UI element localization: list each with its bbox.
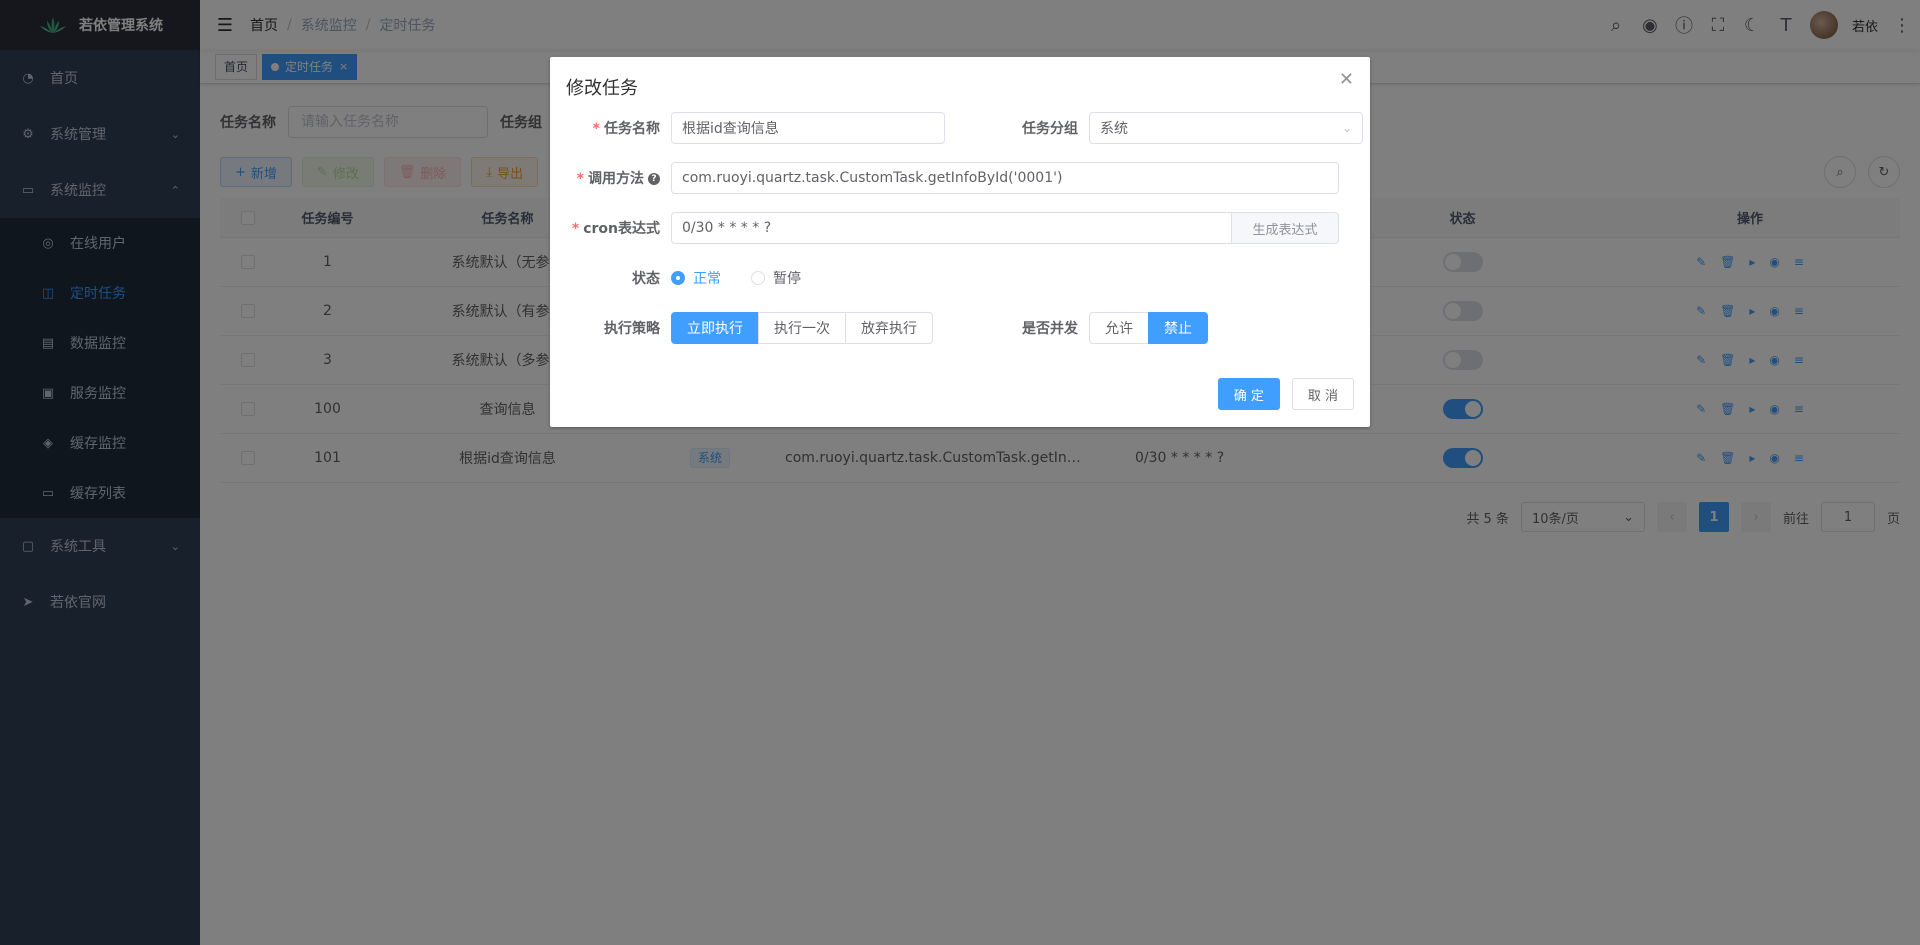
radio-label: 暂停 bbox=[773, 271, 801, 287]
form-row-group: 任务分组 系统 ⌄ bbox=[1000, 112, 1363, 144]
invoke-target-input[interactable]: com.ruoyi.quartz.task.CustomTask.getInfo… bbox=[671, 162, 1339, 194]
cron-label-text: cron表达式 bbox=[583, 221, 660, 237]
cron-expression-input[interactable]: 0/30 * * * * ? bbox=[671, 212, 1232, 244]
dialog-header: 修改任务 ✕ bbox=[550, 57, 1370, 111]
form-row-cron: * cron表达式 0/30 * * * * ? 生成表达式 bbox=[562, 212, 1339, 244]
status-radio-group: 正常 暂停 bbox=[671, 268, 801, 288]
policy-label: 执行策略 bbox=[604, 321, 660, 337]
form-row-status: 状态 正常 暂停 bbox=[562, 262, 801, 294]
status-radio-paused[interactable]: 暂停 bbox=[751, 268, 801, 288]
concurrent-allow-button[interactable]: 允许 bbox=[1089, 312, 1149, 344]
required-mark: * bbox=[571, 221, 580, 237]
form-row-concurrent: 是否并发 允许 禁止 bbox=[1000, 312, 1208, 344]
form-row-policy: 执行策略 立即执行 执行一次 放弃执行 bbox=[562, 312, 933, 344]
policy-abandon-button[interactable]: 放弃执行 bbox=[845, 312, 933, 344]
invoke-label: * 调用方法? bbox=[562, 168, 660, 188]
job-group-select[interactable]: 系统 ⌄ bbox=[1089, 112, 1363, 144]
policy-immediate-button[interactable]: 立即执行 bbox=[671, 312, 759, 344]
required-mark: * bbox=[592, 121, 600, 137]
dialog-footer: 确 定 取 消 bbox=[1217, 378, 1354, 410]
dialog-title: 修改任务 bbox=[566, 78, 638, 99]
required-mark: * bbox=[576, 171, 584, 187]
job-group-label: 任务分组 bbox=[1022, 121, 1078, 137]
concurrent-label: 是否并发 bbox=[1022, 321, 1078, 337]
generate-cron-button[interactable]: 生成表达式 bbox=[1232, 212, 1339, 244]
misfire-policy-group: 立即执行 执行一次 放弃执行 bbox=[671, 312, 933, 344]
radio-label: 正常 bbox=[693, 271, 721, 287]
status-label: 状态 bbox=[632, 271, 660, 287]
job-name-label: * 任务名称 bbox=[562, 118, 660, 138]
cancel-button[interactable]: 取 消 bbox=[1291, 378, 1354, 410]
concurrent-deny-button[interactable]: 禁止 bbox=[1148, 312, 1208, 344]
job-group-value: 系统 bbox=[1100, 121, 1128, 137]
edit-job-dialog: 修改任务 ✕ * 任务名称 根据id查询信息 任务分组 系统 ⌄ * 调用方法? c… bbox=[550, 57, 1370, 427]
job-name-input[interactable]: 根据id查询信息 bbox=[671, 112, 945, 144]
cron-label: * cron表达式 bbox=[562, 218, 660, 238]
concurrent-group: 允许 禁止 bbox=[1089, 312, 1208, 344]
invoke-label-text: 调用方法 bbox=[588, 171, 644, 187]
job-name-label-text: 任务名称 bbox=[604, 121, 660, 137]
form-row-name: * 任务名称 根据id查询信息 bbox=[562, 112, 945, 144]
chevron-down-icon: ⌄ bbox=[1341, 121, 1352, 135]
status-radio-normal[interactable]: 正常 bbox=[671, 268, 721, 288]
form-row-invoke: * 调用方法? com.ruoyi.quartz.task.CustomTask.… bbox=[562, 162, 1339, 194]
close-icon[interactable]: ✕ bbox=[1339, 69, 1354, 90]
confirm-button[interactable]: 确 定 bbox=[1217, 378, 1280, 410]
question-icon[interactable]: ? bbox=[648, 173, 660, 185]
policy-once-button[interactable]: 执行一次 bbox=[758, 312, 846, 344]
